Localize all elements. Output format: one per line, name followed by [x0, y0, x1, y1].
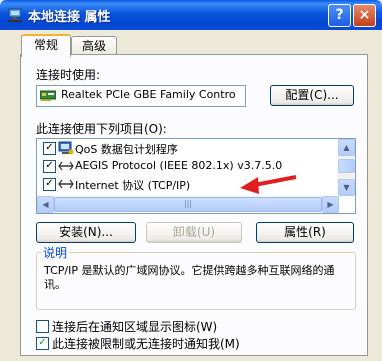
uninstall-button[interactable]: 卸载(U) [146, 222, 242, 243]
tcpip-checkbox[interactable]: ✓ [43, 178, 56, 191]
scroll-down-icon[interactable]: ▼ [338, 179, 355, 196]
adapter-field: Realtek PCIe GBE Family Contro [36, 85, 246, 107]
show-icon-checkbox[interactable] [36, 320, 49, 333]
components-list[interactable]: ✓ QoS 数据包计划程序 ✓ AEGIS Protocol (IEEE 802… [36, 138, 356, 214]
properties-button[interactable]: 属性(R) [256, 222, 354, 243]
scroll-thumb[interactable] [338, 159, 355, 173]
configure-button[interactable]: 配置(C)... [270, 85, 354, 106]
network-adapter-icon [40, 90, 56, 101]
tab-advanced[interactable]: 高级 [71, 36, 117, 55]
tcpip-label: Internet 协议 (TCP/IP) [75, 179, 191, 192]
vertical-scrollbar[interactable]: ▲ ▼ [338, 139, 355, 196]
list-item-aegis[interactable]: ✓ AEGIS Protocol (IEEE 802.1x) v3.7.5.0 [39, 158, 335, 175]
list-item-tcpip[interactable]: ✓ Internet 协议 (TCP/IP) [39, 176, 335, 193]
horizontal-scrollbar[interactable]: ◀ ||| ▶ [37, 196, 339, 213]
title-bar[interactable]: 本地连接 属性 ? × [0, 0, 382, 30]
help-button[interactable]: ? [328, 4, 351, 27]
aegis-label: AEGIS Protocol (IEEE 802.1x) v3.7.5.0 [75, 159, 283, 172]
aegis-checkbox[interactable]: ✓ [43, 160, 56, 173]
close-button[interactable]: × [353, 4, 376, 27]
components-label: 此连接使用下列项目(O): [36, 122, 167, 136]
notify-checkbox[interactable]: ✓ [36, 337, 49, 350]
scroll-grip-icon: ||| [183, 199, 193, 208]
qos-checkbox[interactable]: ✓ [43, 142, 56, 155]
horizontal-scroll-thumb[interactable]: ||| [54, 197, 322, 212]
scroll-left-icon[interactable]: ◀ [37, 196, 54, 213]
network-connection-icon [8, 8, 22, 22]
protocol-icon [58, 161, 74, 171]
scroll-up-icon[interactable]: ▲ [338, 139, 355, 156]
scroll-right-icon[interactable]: ▶ [322, 196, 339, 213]
description-text: TCP/IP 是默认的广域网协议。它提供跨越多种互联网络的通讯。 [44, 264, 335, 291]
window-title: 本地连接 属性 [28, 10, 111, 25]
adapter-name: Realtek PCIe GBE Family Contro [61, 88, 236, 101]
tab-general[interactable]: 常规 [21, 34, 71, 57]
description-legend: 说明 [41, 244, 70, 261]
connect-using-label: 连接时使用: [36, 68, 101, 82]
properties-dialog: 本地连接 属性 ? × 常规 高级 连接时使用: Realtek PCIe GB… [0, 0, 382, 361]
qos-label: QoS 数据包计划程序 [75, 143, 178, 156]
notify-label: 此连接被限制或无连接时通知我(M) [52, 337, 240, 351]
list-item-qos[interactable]: ✓ QoS 数据包计划程序 [39, 140, 335, 157]
protocol-icon [58, 179, 74, 189]
show-icon-label: 连接后在通知区域显示图标(W) [52, 320, 218, 334]
install-button[interactable]: 安装(N)... [36, 222, 136, 243]
qos-icon [58, 141, 74, 155]
